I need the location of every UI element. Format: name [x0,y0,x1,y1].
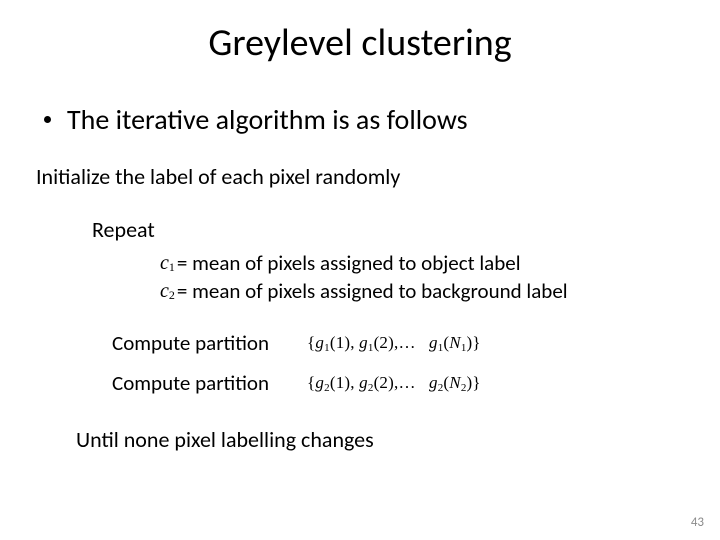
compute-partition-2: Compute partition {g2(1), g2(2),… g2(N2)… [112,370,720,396]
initialize-line: Initialize the label of each pixel rando… [36,163,720,190]
c2-subscript: 2 [169,287,175,303]
c1-line: c1 = mean of pixels assigned to object l… [160,249,720,277]
c1-subscript: 1 [169,259,175,275]
bullet-text: The iterative algorithm is as follows [67,102,468,137]
c2-text: = mean of pixels assigned to background … [177,277,568,305]
compute-partition-1: Compute partition {g1(1), g1(2),… g1(N1)… [112,330,720,356]
c1-symbol: c [160,250,169,277]
compute2-label: Compute partition [112,370,269,396]
compute1-set: {g1(1), g1(2),… g1(N1)} [307,333,481,353]
mean-definitions: c1 = mean of pixels assigned to object l… [160,249,720,306]
until-line: Until none pixel labelling changes [76,426,720,453]
c1-text: = mean of pixels assigned to object labe… [177,249,521,277]
bullet-dot-icon [44,116,51,123]
repeat-label: Repeat [92,216,720,243]
page-number: 43 [691,515,704,530]
c2-symbol: c [160,278,169,305]
slide-title: Greylevel clustering [0,0,720,66]
slide: Greylevel clustering The iterative algor… [0,0,720,540]
c2-line: c2 = mean of pixels assigned to backgrou… [160,277,720,305]
compute1-label: Compute partition [112,330,269,356]
bullet-item: The iterative algorithm is as follows [44,102,720,137]
compute2-set: {g2(1), g2(2),… g2(N2)} [307,373,481,393]
